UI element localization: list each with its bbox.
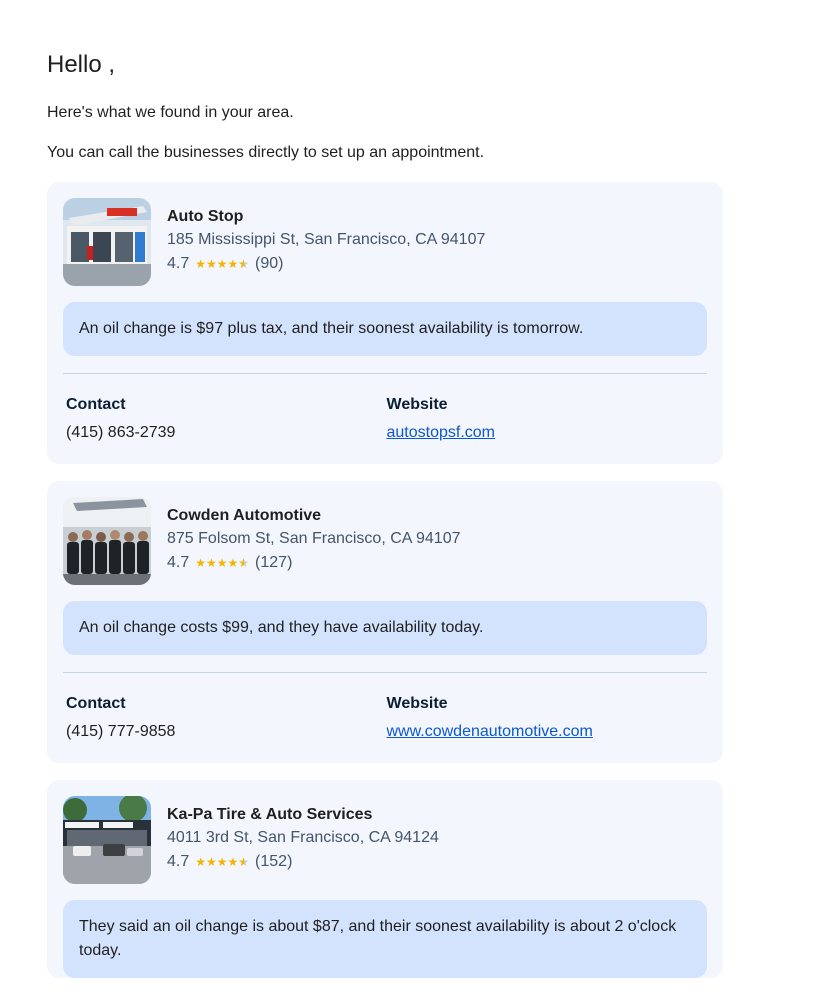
business-info: Cowden Automotive 875 Folsom St, San Fra…: [167, 497, 460, 575]
business-card: Cowden Automotive 875 Folsom St, San Fra…: [47, 481, 723, 763]
business-list: Auto Stop 185 Mississippi St, San Franci…: [47, 182, 723, 978]
business-info: Auto Stop 185 Mississippi St, San Franci…: [167, 198, 485, 276]
email-body: Hello , Here's what we found in your are…: [0, 0, 815, 978]
business-header: Cowden Automotive 875 Folsom St, San Fra…: [63, 497, 707, 585]
intro-text: Here's what we found in your area.: [47, 104, 294, 121]
business-address: 185 Mississippi St, San Francisco, CA 94…: [167, 231, 486, 248]
business-card: Auto Stop 185 Mississippi St, San Franci…: [47, 182, 723, 464]
contact-label: Contact: [66, 396, 126, 413]
business-info: Ka-Pa Tire & Auto Services 4011 3rd St, …: [167, 796, 439, 874]
business-header: Ka-Pa Tire & Auto Services 4011 3rd St, …: [63, 796, 707, 884]
greeting-heading: Hello ,: [47, 51, 116, 78]
website-column: Website www.cowdenautomotive.com: [387, 693, 708, 743]
website-label: Website: [386, 695, 448, 712]
team-photo-icon: [63, 497, 151, 585]
business-name[interactable]: Ka-Pa Tire & Auto Services: [167, 804, 439, 826]
contact-column: Contact (415) 777-9858: [66, 693, 387, 743]
rating-value: 4.7: [167, 853, 190, 870]
call-summary: They said an oil change is about $87, an…: [63, 900, 707, 978]
review-count: (127): [255, 554, 293, 571]
business-header: Auto Stop 185 Mississippi St, San Franci…: [63, 198, 707, 286]
star-rating-icon: ★★★★★: [195, 551, 249, 575]
business-address: 875 Folsom St, San Francisco, CA 94107: [167, 530, 461, 547]
contact-section: Contact (415) 777-9858 Website www.cowde…: [63, 673, 707, 763]
call-summary: An oil change is $97 plus tax, and their…: [63, 302, 707, 356]
website-label: Website: [386, 396, 448, 413]
rating-value: 4.7: [167, 554, 190, 571]
contact-section: Contact (415) 863-2739 Website autostops…: [63, 374, 707, 464]
rating-row: 4.7 ★★★★★ (152): [167, 850, 439, 874]
phone-number[interactable]: (415) 777-9858: [66, 721, 387, 743]
review-count: (152): [255, 853, 293, 870]
rating-value: 4.7: [167, 255, 190, 272]
business-name[interactable]: Auto Stop: [167, 206, 485, 228]
star-rating-icon: ★★★★★: [195, 252, 249, 276]
website-link[interactable]: autostopsf.com: [387, 424, 496, 441]
phone-number[interactable]: (415) 863-2739: [66, 422, 387, 444]
business-address: 4011 3rd St, San Francisco, CA 94124: [167, 829, 439, 846]
business-photo[interactable]: [63, 497, 151, 585]
contact-column: Contact (415) 863-2739: [66, 394, 387, 444]
business-name[interactable]: Cowden Automotive: [167, 505, 460, 527]
star-rating-icon: ★★★★★: [195, 850, 249, 874]
intro-text-appointment: You can call the businesses directly to …: [47, 144, 485, 161]
rating-row: 4.7 ★★★★★ (127): [167, 551, 460, 575]
business-card: Ka-Pa Tire & Auto Services 4011 3rd St, …: [47, 780, 723, 978]
website-link[interactable]: www.cowdenautomotive.com: [387, 723, 593, 740]
business-photo[interactable]: [63, 796, 151, 884]
website-column: Website autostopsf.com: [387, 394, 708, 444]
review-count: (90): [255, 255, 284, 272]
tire-shop-photo-icon: [63, 796, 151, 884]
contact-label: Contact: [66, 695, 126, 712]
rating-row: 4.7 ★★★★★ (90): [167, 252, 485, 276]
business-photo[interactable]: [63, 198, 151, 286]
call-summary: An oil change costs $99, and they have a…: [63, 601, 707, 655]
auto-shop-photo-icon: [63, 198, 151, 286]
